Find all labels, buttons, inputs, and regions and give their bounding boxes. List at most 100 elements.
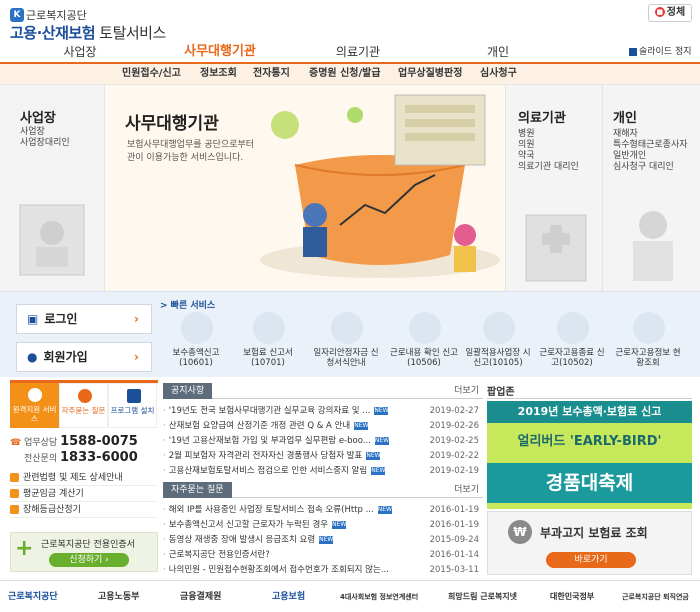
hero-medical-item[interactable]: 약국 [518, 151, 579, 162]
nav-personal[interactable]: 개인 [458, 42, 538, 62]
footer-link-ei[interactable]: 고용보험 [272, 589, 305, 605]
hospital-illustration-icon [525, 214, 587, 282]
phone-it-label: 전산문의 [24, 454, 58, 464]
won-coin-icon [181, 312, 213, 344]
hero-medical-panel[interactable]: 의료기관 병원 의원 약국 의료기관 대리인 [505, 85, 602, 291]
calculator-icon [253, 312, 285, 344]
tie-icon [409, 312, 441, 344]
link-label: 장해등급산정기 [23, 505, 81, 515]
footer-link-kcomwel[interactable]: 근로복지공단 [8, 589, 58, 605]
chevron-right-icon: › [134, 312, 139, 326]
hero-personal-item[interactable]: 일반개인 [613, 151, 688, 162]
plus-icon: + [15, 536, 34, 561]
tab-notice[interactable]: 공지사항 [163, 383, 213, 399]
notice-header: 공지사항 더보기 [163, 383, 483, 399]
signup-button[interactable]: ● 회원가입 › [16, 342, 152, 372]
program-install-button[interactable]: 프로그램 설치 [108, 383, 157, 428]
early-bird-banner[interactable]: 2019년 보수총액·보험료 신고 얼리버드 'EARLY-BIRD' 경품대축… [487, 401, 692, 509]
phone-consult-number: 1588-0075 [60, 434, 138, 449]
faq-date: 2016-01-14 [429, 550, 479, 560]
faq-row[interactable]: · 보수총액신고서 신고할 근로자가 누락된 경우 NEW 2016-01-19 [163, 518, 483, 532]
footer-link-4insure[interactable]: 4대사회보험 정보연계센터 [340, 589, 418, 605]
faq-header: 자주묻는 질문 더보기 [163, 482, 483, 498]
nav-agency[interactable]: 사무대행기관 [165, 42, 275, 62]
wheelchair-icon [10, 505, 19, 514]
footer-link-welfare-net[interactable]: 희망드림 근로복지넷 [448, 589, 517, 605]
hero-personal-panel[interactable]: 개인 재해자 특수형태근로종사자 일반개인 심사청구 대리인 [602, 85, 700, 291]
new-badge: NEW [332, 520, 347, 529]
certificate-box: + 근로복지공단 전용인증서 신청하기 › [10, 532, 158, 572]
subnav-disease-judgment[interactable]: 업무상질병판정 [398, 64, 462, 84]
hero-personal-item[interactable]: 재해자 [613, 129, 688, 140]
quick-item-wage-report[interactable]: 보수총액신고 (10601) [160, 312, 232, 374]
quick-item-employment-info[interactable]: 근로자고용정보 현황조회 [612, 312, 684, 374]
nav-medical[interactable]: 의료기관 [318, 42, 398, 62]
hero-workplace-item[interactable]: 사업장 [20, 127, 70, 138]
subnav-appeal[interactable]: 심사청구 [480, 64, 517, 84]
hero-medical-item[interactable]: 병원 [518, 129, 579, 140]
quick-item-work-confirm[interactable]: 근로내용 확인 신고(10506) [388, 312, 460, 374]
stop-button[interactable]: ■ 정체 [648, 4, 692, 22]
min-wage-icon [331, 312, 363, 344]
banner-headline: 2019년 보수총액·보험료 신고 [487, 401, 692, 423]
premium-inquiry-button[interactable]: 바로가기 [546, 552, 636, 568]
login-button[interactable]: ▣ 로그인 › [16, 304, 152, 334]
remote-support-button[interactable]: 원격지원 서비스 [10, 383, 59, 428]
notice-row[interactable]: · 2월 피보험자 자격관리 전자자신 경품행사 당첨자 발표 NEW 2019-02… [163, 449, 483, 463]
monitor-icon [127, 389, 141, 403]
quick-item-label: 일자리안정자금 신청서식안내 [313, 348, 379, 368]
footer-link-moel[interactable]: 고용노동부 [98, 589, 139, 605]
certificate-title: 근로복지공단 전용인증서 [41, 540, 135, 550]
link-wage-calculator[interactable]: 평균임금 계산기 [10, 486, 158, 502]
subnav-certificate[interactable]: 증명원 신청/발급 [309, 64, 381, 84]
subnav-e-notice[interactable]: 전자통지 [253, 64, 290, 84]
hero-slider: 사업장 사업장 사업장대리인 사무대행기관 보험사무대행업무를 공단으로부터 승… [0, 84, 700, 291]
users-icon: ● [27, 350, 38, 364]
hero-medical-item[interactable]: 의료기관 대리인 [518, 162, 579, 173]
certificate-apply-button[interactable]: 신청하기 › [49, 553, 129, 567]
hero-agency-panel: 사무대행기관 보험사무대행업무를 공단으로부터 승인 받은 기관이 이용가능한 … [105, 85, 505, 291]
nav-workplace[interactable]: 사업장 [40, 42, 120, 62]
quick-item-job-stability[interactable]: 일자리안정자금 신청서식안내 [310, 312, 382, 374]
faq-row[interactable]: · 동영상 재생중 장애 발생시 응급조치 요령 NEW 2015-09-24 [163, 533, 483, 547]
quick-item-premium-report[interactable]: 보험료 신고서 (10701) [232, 312, 304, 374]
quick-item-employment-end[interactable]: 근로자고용종료 신고(10502) [536, 312, 608, 374]
link-law-guide[interactable]: 관련법령 및 제도 상세안내 [10, 470, 158, 486]
quick-item-batch-workplace[interactable]: 일괄적용사업장 시신고(10105) [462, 312, 534, 374]
form-icon [483, 312, 515, 344]
tab-faq[interactable]: 자주묻는 질문 [163, 482, 232, 498]
hero-workplace-item[interactable]: 사업장대리인 [20, 138, 70, 149]
hero-medical-item[interactable]: 의원 [518, 140, 579, 151]
notice-more-link[interactable]: 더보기 [454, 383, 479, 399]
footer-link-kftc[interactable]: 금융결제원 [180, 589, 221, 605]
notice-row[interactable]: · '19년 고용산재보험 가입 및 부과업무 실무편람 e-boo... NEW 2… [163, 434, 483, 448]
faq-row[interactable]: · 근로복지공단 전용인증서란? 2016-01-14 [163, 548, 483, 562]
faq-button[interactable]: 자주묻는 질문 [59, 383, 108, 428]
workplace-illustration-icon [19, 204, 85, 276]
new-badge: NEW [377, 505, 392, 514]
subnav-civil-filing[interactable]: 민원접수/신고 [122, 64, 181, 84]
main-nav: 사업장 사무대행기관 의료기관 개인 슬라이드 정지 [0, 42, 700, 64]
quick-item-label: 일괄적용사업장 시신고(10105) [465, 348, 531, 368]
org-name[interactable]: 근로복지공단 [26, 7, 87, 23]
faq-row[interactable]: · 해외 IP를 사용중인 사업장 토탈서비스 접속 오류(Http ... NEW… [163, 503, 483, 517]
site-logo-title[interactable]: 고용·산재보험 토탈서비스 [10, 22, 166, 43]
notice-row[interactable]: · '19년도 전국 보험사무대행기관 실무교육 강의자료 및 ... NEW 201… [163, 404, 483, 418]
hero-personal-item[interactable]: 특수형태근로종사자 [613, 140, 688, 151]
logo-icon[interactable]: K [10, 8, 24, 22]
subnav-info-inquiry[interactable]: 정보조회 [200, 64, 237, 84]
stop-icon: ■ [654, 7, 665, 17]
left-column: 원격지원 서비스 자주묻는 질문 프로그램 설치 ☎ 업무상담 1588-007… [10, 380, 158, 572]
hero-personal-item[interactable]: 심사청구 대리인 [613, 162, 688, 173]
hero-workplace-panel[interactable]: 사업장 사업장 사업장대리인 [0, 85, 105, 291]
link-disability-calculator[interactable]: 장해등급산정기 [10, 502, 158, 518]
notice-row[interactable]: · 산재보험 요양급여 산정기준 개정 관련 Q & A 안내 NEW 2019-02… [163, 419, 483, 433]
faq-row[interactable]: · 나의민원 - 민원접수현황조회에서 접수번호가 조회되지 않는... 2015-… [163, 563, 483, 577]
notice-row[interactable]: · 고용산재보험토탈서비스 점검으로 인한 서비스중지 알림 NEW 2019-02-… [163, 464, 483, 478]
footer-link-gov[interactable]: 대한민국정부 [550, 589, 594, 605]
footer-link-pension[interactable]: 근로복지공단 퇴직연금 [622, 589, 689, 605]
hero-agency-title: 사무대행기관 [125, 114, 219, 134]
hero-personal-list: 재해자 특수형태근로종사자 일반개인 심사청구 대리인 [613, 129, 688, 173]
slide-stop-button[interactable]: 슬라이드 정지 [629, 45, 695, 59]
faq-more-link[interactable]: 더보기 [454, 482, 479, 498]
